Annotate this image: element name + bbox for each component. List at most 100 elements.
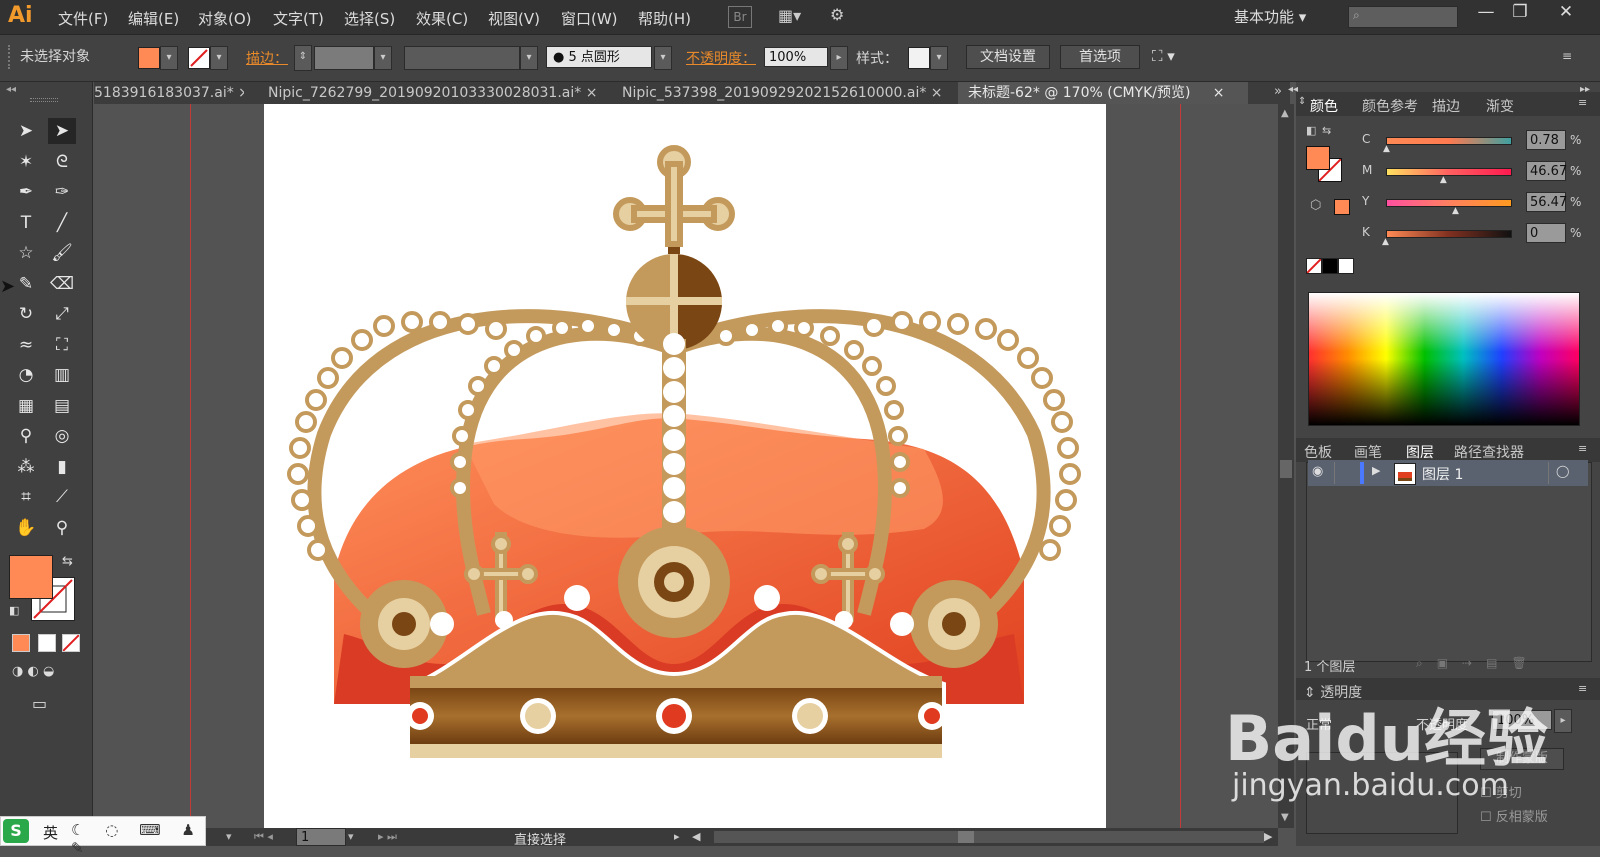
stroke-weight-input[interactable] (314, 46, 374, 70)
horizontal-scrollbar[interactable] (714, 831, 1264, 843)
brush-dropdown[interactable]: ▾ (654, 46, 672, 70)
channel-value-input[interactable]: 0 (1526, 223, 1566, 243)
profile-dropdown[interactable]: ▾ (520, 46, 538, 70)
menu-window[interactable]: 窗口(W) (561, 8, 618, 29)
invert-mask-checkbox[interactable]: ☐ 反相蒙版 (1480, 806, 1548, 825)
channel-value-input[interactable]: 0.78 (1526, 130, 1566, 150)
opacity-input[interactable]: 100% (764, 47, 828, 67)
free-transform-icon[interactable]: ⛶ (48, 332, 76, 358)
artboard[interactable] (264, 104, 1106, 828)
bridge-button[interactable]: Br (728, 6, 752, 28)
style-dropdown[interactable]: ▾ (930, 46, 948, 70)
scroll-thumb[interactable] (1280, 460, 1292, 478)
channel-slider[interactable] (1386, 199, 1512, 207)
tab-gradient[interactable]: 渐变 (1486, 96, 1514, 116)
opacity-label[interactable]: 不透明度： (686, 48, 756, 68)
search-input[interactable]: ⌕ (1348, 6, 1458, 28)
workspace-switcher[interactable]: 基本功能 ▾ (1234, 6, 1306, 27)
layer-row[interactable]: ◉ ▶ 图层 1 ◯ (1308, 460, 1588, 486)
magic-wand-icon[interactable]: ✶ (12, 149, 40, 175)
scroll-right-icon[interactable]: ▶ (1264, 830, 1272, 843)
default-fill-stroke-icon[interactable]: ◧ (9, 604, 19, 617)
opacity-arrow[interactable]: ▸ (830, 46, 848, 70)
scale-icon[interactable]: ⤢ (48, 301, 76, 327)
arrange-documents-icon[interactable]: ▦▾ (778, 6, 801, 25)
tab-close-icon[interactable]: × (1213, 85, 1225, 101)
rotate-icon[interactable]: ↻ (12, 301, 40, 327)
tab-close-icon[interactable]: × (238, 85, 244, 101)
gradient-mode-icon[interactable] (38, 634, 56, 652)
next-page-icon[interactable]: ▸ ⏭ (378, 830, 397, 844)
brush-definition[interactable]: ● 5 点圆形 (546, 46, 652, 68)
line-icon[interactable]: ╱ (48, 210, 76, 236)
tab-close-icon[interactable]: × (586, 85, 598, 101)
panel-fill-swatch[interactable] (1306, 146, 1330, 170)
stroke-label[interactable]: 描边： (246, 48, 288, 68)
fill-dropdown[interactable]: ▾ (160, 46, 178, 70)
menu-help[interactable]: 帮助(H) (638, 8, 691, 29)
scroll-up-icon[interactable]: ▲ (1281, 108, 1289, 119)
layer-actions-icons[interactable]: ⌕▣⇢▤🗑 (1416, 656, 1541, 671)
minimize-icon[interactable]: — (1472, 2, 1500, 26)
transparency-opacity-arrow[interactable]: ▸ (1554, 709, 1572, 733)
black-swatch[interactable] (1322, 258, 1338, 274)
panel-collapse-icon[interactable]: ⇕ (1298, 96, 1306, 107)
page-number-input[interactable]: 1 (296, 828, 346, 846)
star-icon[interactable]: ☆ (12, 240, 40, 266)
slider-thumb-icon[interactable]: ▲ (1382, 237, 1389, 247)
eyedropper-icon[interactable]: ⚲ (12, 423, 40, 449)
slider-thumb-icon[interactable]: ▲ (1383, 144, 1390, 154)
tab-layers[interactable]: 图层 (1406, 442, 1434, 462)
slider-thumb-icon[interactable]: ▲ (1452, 206, 1459, 216)
scroll-left-icon[interactable]: ◀ (692, 830, 700, 843)
pencil-icon[interactable]: ✎ (12, 271, 40, 297)
collapse-toolbox-icon[interactable]: ◂◂ (6, 84, 16, 95)
tab-color-guide[interactable]: 颜色参考 (1362, 96, 1418, 116)
preferences-button[interactable]: 首选项 (1060, 45, 1140, 69)
slider-thumb-icon[interactable]: ▲ (1440, 175, 1447, 185)
layers-panel-menu-icon[interactable]: ≡ (1578, 442, 1587, 455)
symbol-sprayer-icon[interactable]: ⁂ (12, 454, 40, 480)
channel-value-input[interactable]: 56.47 (1526, 192, 1567, 212)
align-options-icon[interactable]: ⛶ ▾ (1152, 47, 1175, 65)
stroke-weight-dropdown[interactable]: ▾ (374, 46, 392, 70)
zoom-icon[interactable]: ⚲ (48, 515, 76, 541)
gradient-icon[interactable]: ▤ (48, 393, 76, 419)
layer-target-icon[interactable]: ◯ (1556, 464, 1569, 478)
tab-stroke[interactable]: 描边 (1432, 96, 1460, 116)
menu-select[interactable]: 选择(S) (344, 8, 395, 29)
menu-file[interactable]: 文件(F) (58, 8, 108, 29)
tab-doc-active[interactable]: 未标题-62* @ 170% (CMYK/预览) × (958, 82, 1248, 104)
color-spectrum[interactable] (1308, 292, 1580, 426)
direct-select-icon[interactable]: ➤ (48, 118, 76, 144)
tab-doc-2[interactable]: Nipic_7262799_20190920103330028031.ai* × (268, 82, 604, 104)
color-mode-icon[interactable] (12, 634, 30, 652)
channel-value-input[interactable]: 46.67 (1526, 161, 1567, 181)
sogou-logo-icon[interactable]: S (3, 819, 29, 843)
screen-mode-icon[interactable]: ▭ (32, 694, 47, 713)
tab-swatches[interactable]: 色板 (1304, 442, 1332, 462)
status-menu-icon[interactable]: ▸ (674, 830, 680, 843)
blend-icon[interactable]: ◎ (48, 423, 76, 449)
close-icon[interactable]: ✕ (1552, 2, 1580, 26)
tab-doc-1[interactable]: 5183916183037.ai* × (94, 82, 244, 104)
menu-effect[interactable]: 效果(C) (416, 8, 468, 29)
zoom-dropdown-icon[interactable]: ▾ (226, 830, 232, 843)
dock-collapse-icon[interactable]: ◂◂ (1288, 84, 1298, 95)
layer-name[interactable]: 图层 1 (1422, 464, 1463, 484)
channel-slider[interactable] (1386, 137, 1512, 145)
type-icon[interactable]: T (12, 210, 40, 236)
draw-mode-icons[interactable]: ◑ ◐ ◒ (12, 664, 54, 679)
visibility-eye-icon[interactable]: ◉ (1312, 464, 1323, 479)
ime-tool-icons[interactable]: ☾ ◌ ⌨ ♟ ✎ (71, 821, 205, 857)
stroke-weight-stepper[interactable]: ⇕ (294, 45, 312, 71)
stroke-swatch[interactable] (188, 47, 210, 69)
stroke-dropdown[interactable]: ▾ (210, 46, 228, 70)
out-of-gamut-icon[interactable]: ⬡ (1310, 198, 1321, 213)
panel-menu-icon[interactable]: ≡ (1562, 49, 1572, 63)
none-color-swatch[interactable] (1306, 258, 1322, 274)
ime-language[interactable]: 英 (43, 822, 58, 843)
tabs-overflow-icon[interactable]: » (1274, 84, 1282, 99)
crown-artwork[interactable] (264, 104, 1106, 828)
default-colors-icon[interactable]: ◧ (1306, 124, 1316, 137)
